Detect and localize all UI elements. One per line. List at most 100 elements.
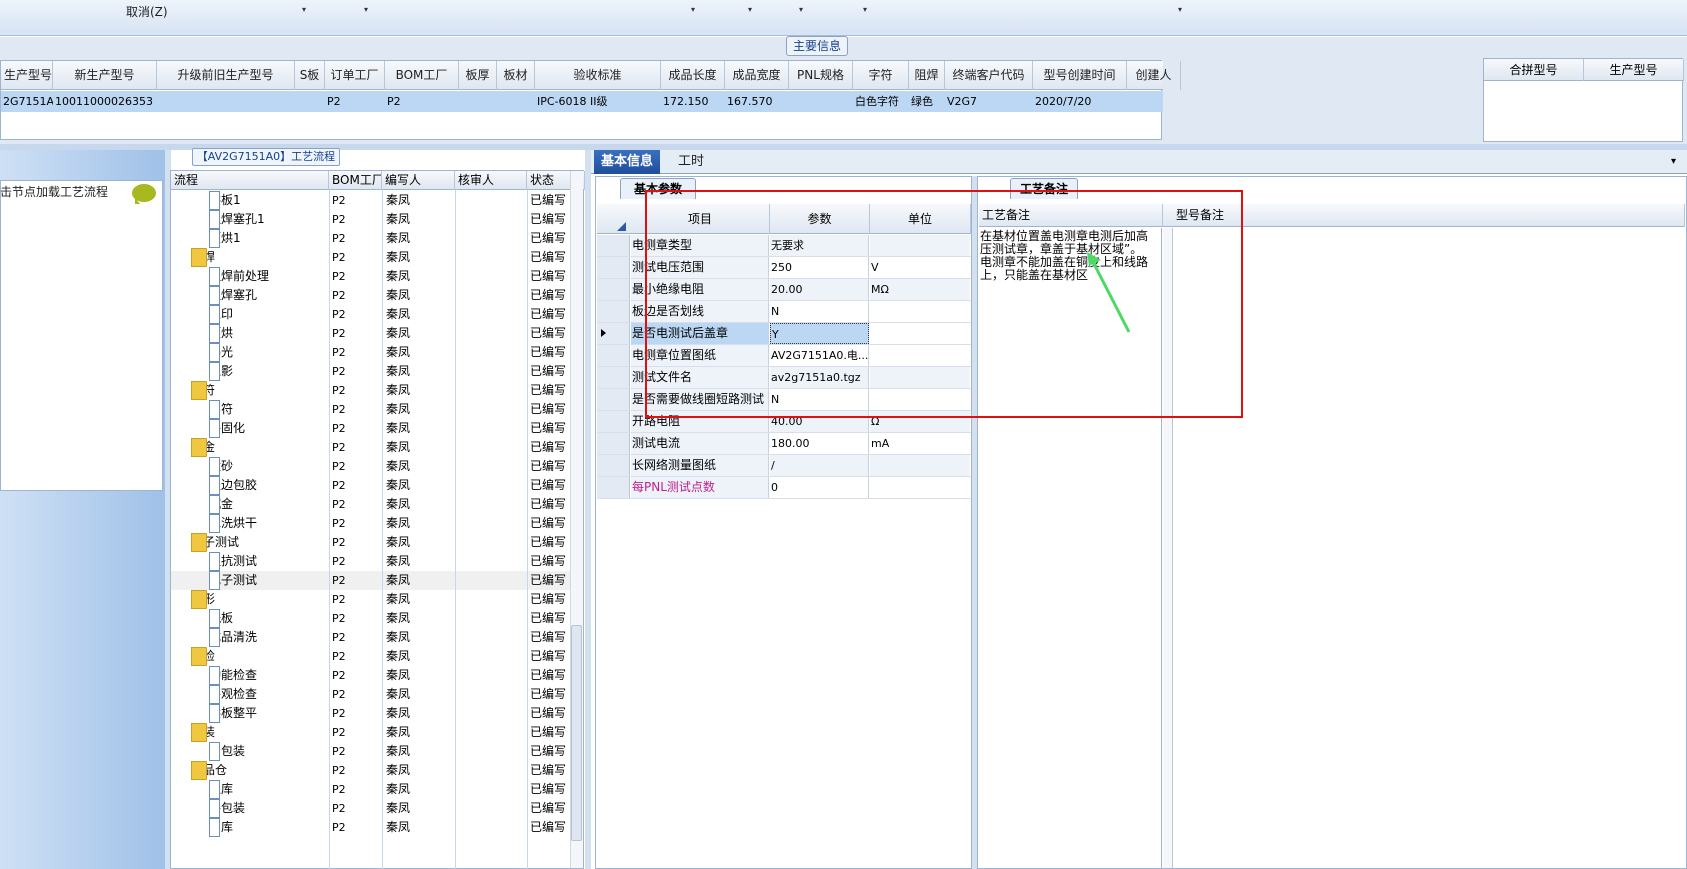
main-info-column-header[interactable]: 成品宽度	[725, 61, 789, 90]
tree-node[interactable]: 电子测试	[209, 571, 326, 590]
tree-row[interactable]: 成品清洗 P2 秦凤 已编写	[171, 628, 571, 647]
param-row[interactable]: 测试文件名 av2g7151a0.tgz	[597, 367, 971, 389]
tree-row[interactable]: −沉金 P2 秦凤 已编写	[171, 438, 571, 457]
tree-row[interactable]: 阻抗测试 P2 秦凤 已编写	[171, 552, 571, 571]
main-info-cell[interactable]	[791, 91, 853, 112]
param-column-header[interactable]: 参数	[770, 204, 870, 234]
param-value[interactable]: Y	[770, 323, 869, 344]
tree-node[interactable]: 铣板	[209, 609, 326, 628]
tree-node[interactable]: −成品仓	[191, 761, 326, 780]
tree-row[interactable]: −外形 P2 秦凤 已编写	[171, 590, 571, 609]
param-unit[interactable]	[870, 301, 970, 322]
main-info-cell[interactable]: 白色字符	[855, 91, 909, 112]
tree-row[interactable]: 内包装 P2 秦凤 已编写	[171, 742, 571, 761]
tree-row[interactable]: −字符 P2 秦凤 已编写	[171, 381, 571, 400]
param-unit[interactable]	[870, 345, 970, 366]
main-info-cell[interactable]: P2	[387, 91, 459, 112]
row-indicator[interactable]	[597, 301, 630, 322]
main-info-cell[interactable]: V2G7	[947, 91, 1033, 112]
param-row[interactable]: 电测章位置图纸 AV2G7151A0.电...	[597, 345, 971, 367]
tree-node[interactable]: 烘板整平	[209, 704, 326, 723]
main-info-cell[interactable]	[461, 91, 497, 112]
row-indicator[interactable]	[597, 455, 630, 476]
param-row[interactable]: 测试电流 180.00 mA	[597, 433, 971, 455]
main-info-cell[interactable]	[297, 91, 325, 112]
tree-row[interactable]: 外包装 P2 秦凤 已编写	[171, 799, 571, 818]
tree-node[interactable]: 字符	[209, 400, 326, 419]
tree-row[interactable]: 曝光 P2 秦凤 已编写	[171, 343, 571, 362]
dropdown-arrow-icon[interactable]: ▾	[364, 5, 368, 14]
param-unit[interactable]	[870, 455, 970, 476]
tree-node[interactable]: 曝光	[209, 343, 326, 362]
row-indicator[interactable]	[597, 345, 630, 366]
row-indicator[interactable]	[597, 389, 630, 410]
tree-row[interactable]: 外观检查 P2 秦凤 已编写	[171, 685, 571, 704]
tree-row[interactable]: −包装 P2 秦凤 已编写	[171, 723, 571, 742]
param-row[interactable]: 长网络测量图纸 /	[597, 455, 971, 477]
main-info-column-header[interactable]: S板	[295, 61, 325, 90]
tree-node[interactable]: −沉金	[191, 438, 326, 457]
row-indicator[interactable]	[597, 477, 630, 498]
main-info-column-header[interactable]: 阻焊	[909, 61, 945, 90]
table-row[interactable]: 2G7151A010011000026353 P2P2 IPC-6018 II级17…	[1, 91, 1163, 112]
main-info-column-header[interactable]: BOM工厂	[385, 61, 459, 90]
tree-node[interactable]: 阻焊塞孔	[209, 286, 326, 305]
tab-work-hours[interactable]: 工时	[671, 150, 711, 174]
param-row[interactable]: 是否需要做线圈短路测试 N	[597, 389, 971, 411]
dropdown-arrow-icon[interactable]: ▾	[302, 5, 306, 14]
process-column-header[interactable]: 编写人	[382, 171, 455, 190]
tree-row[interactable]: 功能检查 P2 秦凤 已编写	[171, 666, 571, 685]
remark-scrollbar[interactable]	[1163, 228, 1173, 868]
tab-basic-info[interactable]: 基本信息	[594, 150, 660, 174]
main-info-column-header[interactable]: 验收标准	[535, 61, 661, 90]
tree-row[interactable]: 预烘 P2 秦凤 已编写	[171, 324, 571, 343]
tree-node[interactable]: 外包装	[209, 799, 326, 818]
param-row[interactable]: 最小绝缘电阻 20.00 MΩ	[597, 279, 971, 301]
tree-row[interactable]: 显影 P2 秦凤 已编写	[171, 362, 571, 381]
tree-node[interactable]: 功能检查	[209, 666, 326, 685]
tree-node[interactable]: −电子测试	[191, 533, 326, 552]
tree-row[interactable]: 阻焊塞孔1 P2 秦凤 已编写	[171, 210, 571, 229]
param-value[interactable]: N	[770, 389, 869, 410]
tree-node[interactable]: −终检	[191, 647, 326, 666]
tree-row[interactable]: 丝印 P2 秦凤 已编写	[171, 305, 571, 324]
main-info-column-header[interactable]: 板厚	[459, 61, 497, 90]
process-remark-cell[interactable]	[979, 228, 1162, 868]
tree-node[interactable]: 显影	[209, 362, 326, 381]
row-indicator[interactable]	[597, 367, 630, 388]
param-column-header[interactable]: 单位	[870, 204, 971, 234]
param-unit[interactable]: Ω	[870, 411, 970, 432]
param-unit[interactable]	[870, 477, 970, 498]
tree-row[interactable]: 烘板整平 P2 秦凤 已编写	[171, 704, 571, 723]
main-info-cell[interactable]: 172.150	[663, 91, 725, 112]
param-value[interactable]: 40.00	[770, 411, 869, 432]
main-info-column-header[interactable]: 型号创建时间	[1033, 61, 1127, 90]
process-column-header[interactable]: 核审人	[455, 171, 527, 190]
merge-model-column-header[interactable]: 合拼型号	[1484, 59, 1584, 81]
param-value[interactable]: 0	[770, 477, 869, 498]
cancel-button[interactable]: 取消(Z)	[126, 3, 168, 20]
param-unit[interactable]: MΩ	[870, 279, 970, 300]
param-row[interactable]: 是否电测试后盖章 Y	[597, 323, 971, 345]
tree-node[interactable]: 水洗烘干	[209, 514, 326, 533]
dropdown-arrow-icon[interactable]: ▾	[863, 5, 867, 14]
tree-node[interactable]: 阻焊塞孔1	[209, 210, 326, 229]
tree-node[interactable]: −外形	[191, 590, 326, 609]
tree-node[interactable]: 预烘	[209, 324, 326, 343]
dropdown-arrow-icon[interactable]: ▾	[799, 5, 803, 14]
main-info-column-header[interactable]: 终端客户代码	[945, 61, 1033, 90]
param-value[interactable]: 180.00	[770, 433, 869, 454]
main-info-column-header[interactable]: 字符	[853, 61, 909, 90]
row-indicator[interactable]	[597, 279, 630, 300]
tree-row[interactable]: 喷砂 P2 秦凤 已编写	[171, 457, 571, 476]
chat-bubble-icon[interactable]	[132, 184, 156, 204]
process-column-header[interactable]: BOM工厂	[329, 171, 382, 190]
tree-row[interactable]: −终检 P2 秦凤 已编写	[171, 647, 571, 666]
main-info-cell[interactable]	[499, 91, 535, 112]
row-indicator[interactable]	[597, 323, 630, 344]
main-info-cell[interactable]	[1129, 91, 1181, 112]
param-unit[interactable]: V	[870, 257, 970, 278]
tree-row[interactable]: −成品仓 P2 秦凤 已编写	[171, 761, 571, 780]
dropdown-arrow-icon[interactable]: ▾	[691, 5, 695, 14]
tree-node[interactable]: 终固化	[209, 419, 326, 438]
